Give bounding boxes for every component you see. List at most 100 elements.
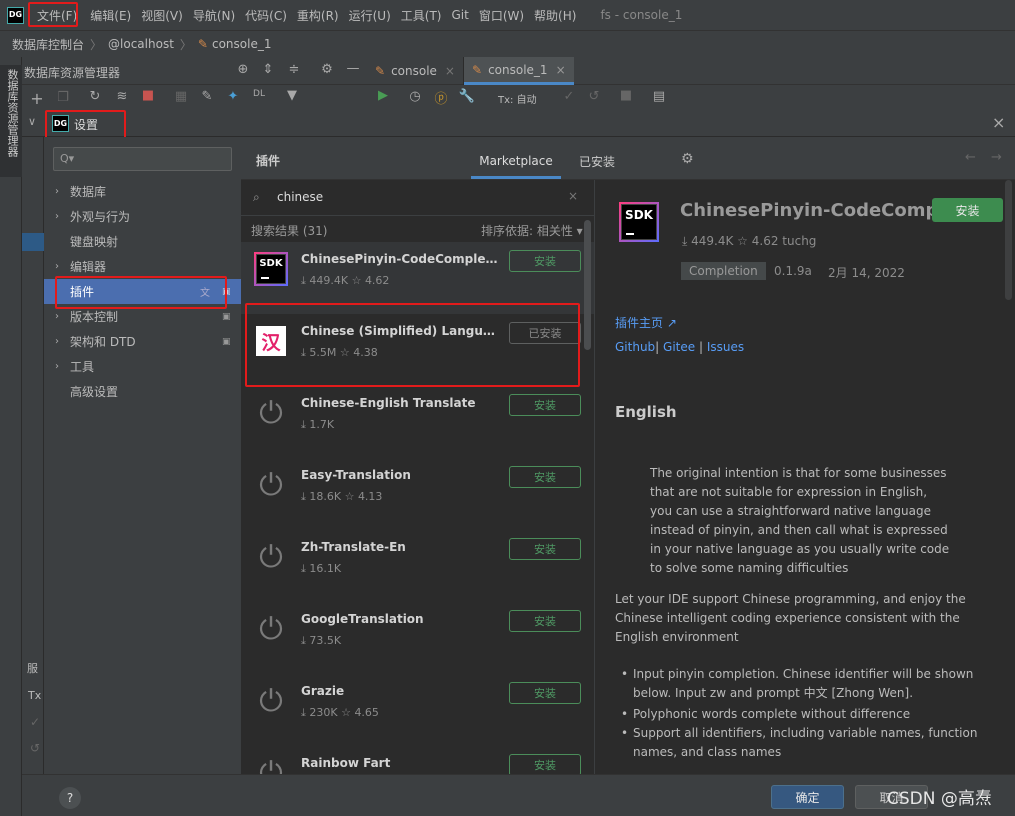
tab-console[interactable]: ✎ console × [367, 57, 464, 85]
install-button[interactable]: 安装 [509, 250, 581, 272]
project-icon: ▣ [222, 336, 231, 347]
plugin-row-grazie[interactable]: ⏻ Grazie ⤓ 230K ☆ 4.65 安装 [241, 674, 594, 746]
install-button[interactable]: 安装 [509, 610, 581, 632]
install-button[interactable]: 安装 [509, 394, 581, 416]
plugin-name: Rainbow Fart [301, 756, 391, 770]
sort-dropdown[interactable]: 排序依据: 相关性 ▾ [481, 222, 583, 239]
install-button[interactable]: 安装 [509, 754, 581, 774]
breadcrumb-console[interactable]: 数据库控制台 [12, 36, 84, 53]
cancel-query-icon[interactable]: ■ [617, 88, 635, 103]
detail-heading: English [615, 403, 677, 421]
collapse-all-icon[interactable]: ≑ [285, 62, 303, 77]
nav-schemas-dtd[interactable]: › 架构和 DTD ▣ [44, 329, 241, 354]
github-link[interactable]: Github [615, 340, 655, 354]
menu-window[interactable]: 窗口(W) [474, 7, 529, 24]
history-icon[interactable]: ◷ [406, 89, 424, 104]
menu-view[interactable]: 视图(V) [136, 7, 188, 24]
console-icon: ✎ [472, 62, 483, 77]
plugin-name: Zh-Translate-En [301, 540, 406, 554]
nav-appearance[interactable]: › 外观与行为 [44, 204, 241, 229]
plugin-downloads: 1.7K [309, 418, 335, 431]
commit-icon[interactable]: ✓ [560, 89, 578, 104]
settings-search-input[interactable]: Q▾ [53, 147, 232, 171]
breadcrumb-host[interactable]: @localhost [108, 37, 174, 51]
back-arrow-icon[interactable]: ← [965, 150, 976, 165]
selected-row-fragment [22, 233, 44, 251]
menu-help[interactable]: 帮助(H) [529, 7, 581, 24]
chevron-right-icon: › [55, 336, 59, 347]
menu-refactor[interactable]: 重构(R) [292, 7, 344, 24]
jump-icon[interactable]: ✦ [224, 89, 242, 104]
plugin-search-input[interactable]: ⌕ chinese × [241, 180, 594, 216]
minimize-icon[interactable]: — [344, 61, 362, 76]
detail-install-button[interactable]: 安装 [932, 198, 1003, 222]
transaction-mode[interactable]: Tx: 自动 [498, 91, 537, 106]
collapse-chevron-icon[interactable]: ∨ [28, 115, 36, 128]
plugin-row-zh-translate-en[interactable]: ⏻ Zh-Translate-En ⤓ 16.1K 安装 [241, 530, 594, 602]
database-tool-label: 数据库资源管理器 [6, 69, 19, 157]
plugin-homepage-link[interactable]: 插件主页 ↗ [615, 314, 677, 331]
nav-keymap[interactable]: 键盘映射 [44, 229, 241, 254]
copy-icon[interactable]: ❐ [54, 90, 72, 105]
plugin-row-rainbow-fart[interactable]: ⏻ Rainbow Fart 安装 [241, 746, 594, 774]
ok-button[interactable]: 确定 [771, 785, 844, 809]
plugin-row-easy-translation[interactable]: ⏻ Easy-Translation ⤓ 18.6K ☆ 4.13 安装 [241, 458, 594, 530]
plugin-name: Chinese-English Translate [301, 396, 476, 410]
wrench-icon[interactable]: 🔧 [458, 89, 476, 104]
schema-icon[interactable]: ≋ [113, 89, 131, 104]
install-button[interactable]: 安装 [509, 466, 581, 488]
gear-icon[interactable]: ⚙ [318, 62, 336, 77]
add-icon[interactable]: + [28, 89, 46, 108]
tab-console-label: console [391, 64, 437, 78]
detail-scrollbar[interactable] [1005, 180, 1012, 300]
gear-icon[interactable]: ⚙ [681, 151, 694, 167]
plugin-meta: ⤓ 1.7K [301, 418, 335, 431]
detail-links: Github| Gitee | Issues [615, 340, 745, 354]
menu-tools[interactable]: 工具(T) [396, 7, 447, 24]
table-icon[interactable]: ▦ [172, 89, 190, 104]
menu-git[interactable]: Git [446, 8, 473, 22]
menu-navigate[interactable]: 导航(N) [188, 7, 240, 24]
menu-code[interactable]: 代码(C) [240, 7, 292, 24]
clear-icon[interactable]: × [568, 189, 578, 203]
forward-arrow-icon[interactable]: → [991, 150, 1002, 165]
rollback-icon[interactable]: ↺ [585, 89, 603, 104]
edit-icon[interactable]: ✎ [198, 89, 216, 104]
refresh-icon[interactable]: ↻ [86, 89, 104, 104]
plugin-row-googletranslation[interactable]: ⏻ GoogleTranslation ⤓ 73.5K 安装 [241, 602, 594, 674]
list-scrollbar[interactable] [584, 220, 591, 350]
nav-label: 高级设置 [70, 385, 119, 399]
gitee-link[interactable]: Gitee [663, 340, 695, 354]
tab-installed[interactable]: 已安装 [579, 153, 615, 170]
plugin-row-chinese-english-translate[interactable]: ⏻ Chinese-English Translate ⤓ 1.7K 安装 [241, 386, 594, 458]
console-icon: ✎ [375, 64, 386, 78]
toolwindow-toolbar: + ❐ ↻ ≋ ■ ▦ ✎ ✦ DL ▼ ▶ ◷ ⓟ 🔧 Tx: 自动 ✓ ↺ … [22, 85, 1015, 111]
stop-icon[interactable]: ■ [139, 88, 157, 103]
breadcrumb-file[interactable]: console_1 [212, 37, 272, 51]
help-button[interactable]: ? [59, 787, 81, 809]
install-button[interactable]: 安装 [509, 682, 581, 704]
nav-label: 编辑器 [70, 260, 107, 274]
close-icon[interactable]: × [992, 113, 1005, 132]
tab-marketplace[interactable]: Marketplace [471, 145, 561, 179]
nav-database[interactable]: › 数据库 [44, 179, 241, 204]
menu-run[interactable]: 运行(U) [344, 7, 396, 24]
close-icon[interactable]: × [445, 64, 455, 78]
crosshair-icon[interactable]: ⊕ [234, 62, 252, 77]
nav-advanced[interactable]: 高级设置 [44, 379, 241, 404]
profile-icon[interactable]: ⓟ [432, 88, 450, 107]
tab-console-1[interactable]: ✎ console_1 × [464, 57, 574, 85]
sdk-icon: SDK [254, 252, 288, 286]
run-icon[interactable]: ▶ [374, 88, 392, 103]
issues-link[interactable]: Issues [707, 340, 744, 354]
search-icon: Q▾ [60, 152, 75, 165]
install-button[interactable]: 安装 [509, 538, 581, 560]
filter-icon[interactable]: ▼ [283, 88, 301, 103]
output-icon[interactable]: ▤ [650, 89, 668, 104]
ddl-icon[interactable]: DL [250, 89, 268, 99]
menu-edit[interactable]: 编辑(E) [85, 7, 136, 24]
expand-all-icon[interactable]: ⇕ [259, 62, 277, 77]
close-icon[interactable]: × [556, 63, 566, 77]
nav-label: 数据库 [70, 185, 107, 199]
nav-tools[interactable]: › 工具 [44, 354, 241, 379]
